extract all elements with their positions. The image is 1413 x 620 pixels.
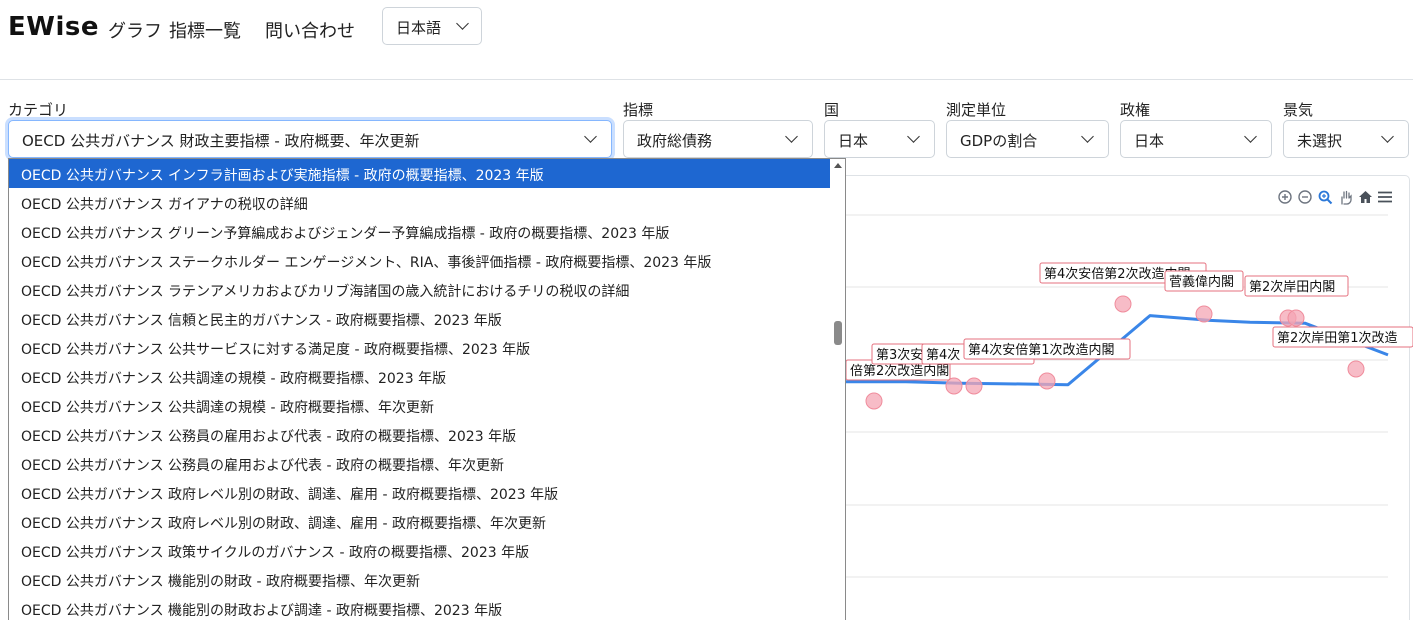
dropdown-option[interactable]: OECD 公共ガバナンス 公共調達の規模 - 政府概要指標、年次更新 (9, 391, 831, 420)
chart-annotation-label: 菅義偉内閣 (1169, 274, 1234, 290)
home-icon[interactable] (1357, 189, 1373, 205)
dropdown-option[interactable]: OECD 公共ガバナンス インフラ計画および実施指標 - 政府の概要指標、202… (9, 159, 831, 188)
zoom-in-icon[interactable] (1277, 189, 1293, 205)
dropdown-option[interactable]: OECD 公共ガバナンス ガイアナの税収の詳細 (9, 188, 831, 217)
dropdown-option[interactable]: OECD 公共ガバナンス 公共サービスに対する満足度 - 政府概要指標、2023… (9, 333, 831, 362)
dropdown-option[interactable]: OECD 公共ガバナンス 政府レベル別の財政、調達、雇用 - 政府概要指標、20… (9, 478, 831, 507)
category-dropdown-list[interactable]: OECD 公共ガバナンス インフラ計画および実施指標 - 政府の概要指標、202… (8, 158, 846, 620)
dropdown-option[interactable]: OECD 公共ガバナンス グリーン予算編成およびジェンダー予算編成指標 - 政府… (9, 217, 831, 246)
dropdown-option[interactable]: OECD 公共ガバナンス 政策サイクルのガバナンス - 政府の概要指標、2023… (9, 536, 831, 565)
dropdown-option[interactable]: OECD 公共ガバナンス 公共調達の規模 - 政府概要指標、2023 年版 (9, 362, 831, 391)
scroll-up-arrow-icon[interactable] (834, 163, 842, 168)
dropdown-option[interactable]: OECD 公共ガバナンス ラテンアメリカおよびカリブ海諸国の歳入統計におけるチリ… (9, 275, 831, 304)
chart-toolbar (1277, 189, 1393, 205)
chart-annotation-marker[interactable] (865, 392, 883, 410)
pan-icon[interactable] (1337, 189, 1353, 205)
chart-annotation-marker[interactable] (1114, 295, 1132, 313)
chart-annotation-label: 第2次岸田第1次改造 (1277, 330, 1398, 346)
chart-annotation-label: 倍第2次改造内閣 (850, 363, 949, 379)
dropdown-option[interactable]: OECD 公共ガバナンス 公務員の雇用および代表 - 政府の概要指標、年次更新 (9, 449, 831, 478)
chart-annotation-marker[interactable] (965, 377, 983, 395)
dropdown-option[interactable]: OECD 公共ガバナンス 機能別の財政 - 政府概要指標、年次更新 (9, 565, 831, 594)
menu-icon[interactable] (1377, 189, 1393, 205)
scrollbar-thumb[interactable] (834, 321, 842, 345)
dropdown-option[interactable]: OECD 公共ガバナンス 信頼と民主的ガバナンス - 政府概要指標、2023 年… (9, 304, 831, 333)
chart-annotation-label: 第2次岸田内閣 (1249, 279, 1335, 295)
chart-annotation-label: 第4次安倍第1次改造内閣 (968, 342, 1115, 358)
chart-annotation-label: 第4次 (926, 347, 960, 363)
chart-annotation-marker[interactable] (1347, 360, 1365, 378)
chart-annotation-label: 第3次安 (876, 347, 923, 363)
dropdown-option[interactable]: OECD 公共ガバナンス 政府レベル別の財政、調達、雇用 - 政府概要指標、年次… (9, 507, 831, 536)
zoom-out-icon[interactable] (1297, 189, 1313, 205)
chart-annotation-marker[interactable] (1195, 305, 1213, 323)
chart-annotation-marker[interactable] (1287, 309, 1305, 327)
zoom-select-icon[interactable] (1317, 189, 1333, 205)
dropdown-option[interactable]: OECD 公共ガバナンス 機能別の財政および調達 - 政府概要指標、2023 年… (9, 594, 831, 620)
dropdown-option[interactable]: OECD 公共ガバナンス 公務員の雇用および代表 - 政府の概要指標、2023 … (9, 420, 831, 449)
dropdown-scrollbar[interactable] (830, 159, 845, 620)
dropdown-option[interactable]: OECD 公共ガバナンス ステークホルダー エンゲージメント、RIA、事後評価指… (9, 246, 831, 275)
chart-annotation-marker[interactable] (1038, 372, 1056, 390)
